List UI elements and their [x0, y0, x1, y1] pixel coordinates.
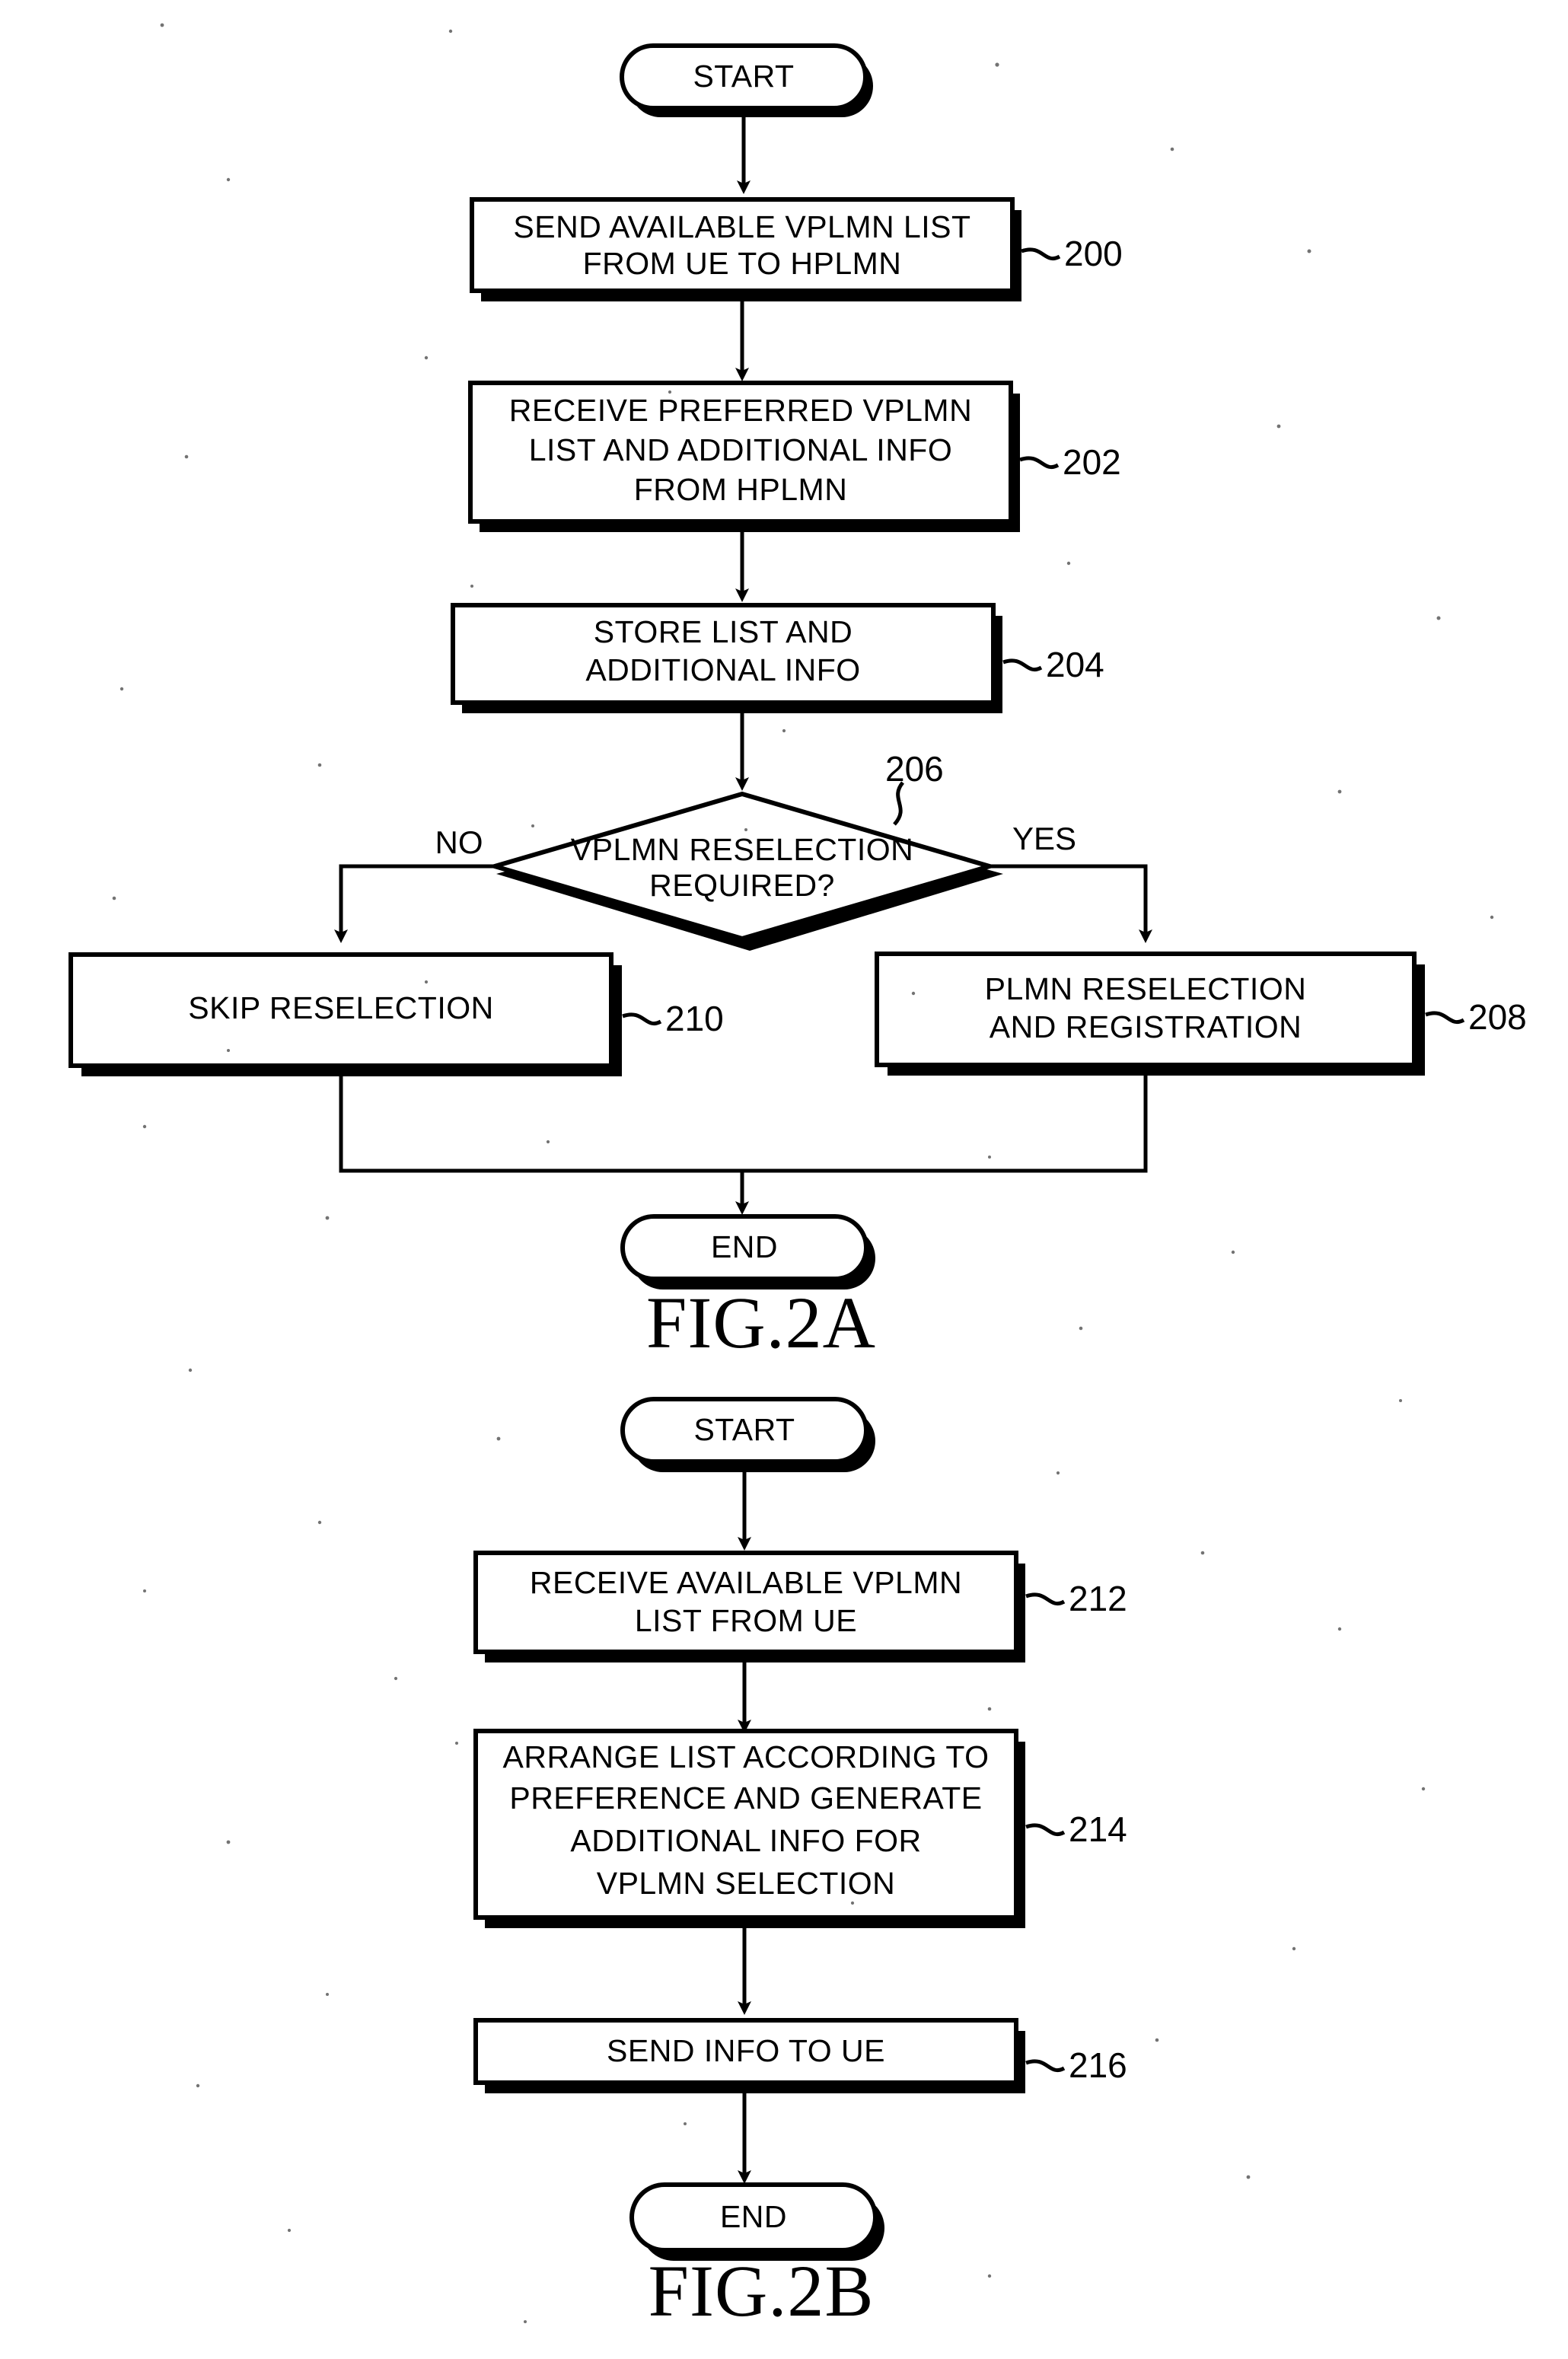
- node-step-204: STORE LIST AND ADDITIONAL INFO 204: [451, 603, 1104, 713]
- node-step-212: RECEIVE AVAILABLE VPLMN LIST FROM UE 212: [473, 1551, 1127, 1662]
- node-step-214-line-3: ADDITIONAL INFO FOR: [570, 1823, 921, 1858]
- node-step-202-line-1: RECEIVE PREFERRED VPLMN: [509, 393, 972, 428]
- ref-number-206: 206: [885, 749, 944, 789]
- node-step-204-line-2: ADDITIONAL INFO: [585, 652, 860, 687]
- node-step-208-line-2: AND REGISTRATION: [990, 1009, 1302, 1044]
- leader-210: [622, 1012, 662, 1025]
- figure-2a: START SEND AVAILABLE VPLMN LIST FROM UE …: [69, 43, 1527, 1363]
- ref-number-216: 216: [1069, 2045, 1127, 2085]
- leader-208: [1425, 1011, 1465, 1024]
- leader-200: [1021, 247, 1061, 260]
- connector-206-yes-to-208: [990, 864, 1152, 943]
- node-step-200-line-1: SEND AVAILABLE VPLMN LIST: [513, 209, 970, 244]
- connector-merge-bus-2a: [339, 1076, 1148, 1173]
- leader-204: [1002, 658, 1043, 671]
- figure-2b: START RECEIVE AVAILABLE VPLMN LIST FROM …: [473, 1397, 1127, 2332]
- node-step-214-line-2: PREFERENCE AND GENERATE: [509, 1780, 982, 1815]
- node-step-216-line-1: SEND INFO TO UE: [607, 2033, 885, 2068]
- ref-number-212: 212: [1069, 1579, 1127, 1618]
- node-start-2b-label: START: [693, 1412, 795, 1447]
- node-step-216: SEND INFO TO UE 216: [473, 2018, 1127, 2093]
- branch-label-yes: YES: [1012, 821, 1076, 856]
- node-step-200-line-2: FROM UE TO HPLMN: [583, 246, 902, 281]
- ref-number-214: 214: [1069, 1809, 1127, 1849]
- node-step-200: SEND AVAILABLE VPLMN LIST FROM UE TO HPL…: [470, 197, 1123, 301]
- node-start-2a: START: [620, 43, 873, 117]
- node-end-2b-label: END: [720, 2199, 787, 2234]
- node-end-2a: END: [620, 1214, 875, 1289]
- figure-caption-2b: FIG.2B: [649, 2250, 875, 2332]
- node-step-212-line-1: RECEIVE AVAILABLE VPLMN: [530, 1565, 962, 1600]
- ref-number-200: 200: [1064, 234, 1123, 273]
- ref-number-208: 208: [1468, 997, 1527, 1037]
- scan-artifacts: [112, 23, 1494, 2323]
- figure-caption-2a: FIG.2A: [646, 1282, 876, 1363]
- ref-number-210: 210: [665, 999, 724, 1038]
- node-step-212-line-2: LIST FROM UE: [635, 1603, 857, 1638]
- node-decision-206-line-1: VPLMN RESELECTION: [571, 832, 914, 867]
- node-decision-206-line-2: REQUIRED?: [649, 868, 835, 903]
- node-step-214: ARRANGE LIST ACCORDING TO PREFERENCE AND…: [473, 1729, 1127, 1928]
- node-step-208: PLMN RESELECTION AND REGISTRATION 208: [875, 952, 1527, 1076]
- node-step-210-line-1: SKIP RESELECTION: [188, 990, 493, 1025]
- leader-214: [1025, 1823, 1066, 1836]
- leader-212: [1025, 1592, 1066, 1605]
- node-step-202: RECEIVE PREFERRED VPLMN LIST AND ADDITIO…: [468, 381, 1121, 532]
- ref-number-202: 202: [1063, 442, 1121, 482]
- node-start-2b: START: [620, 1397, 875, 1472]
- node-step-210: SKIP RESELECTION 210: [69, 952, 724, 1076]
- node-step-202-line-2: LIST AND ADDITIONAL INFO: [529, 432, 953, 467]
- leader-206: [893, 781, 905, 826]
- ref-number-204: 204: [1046, 645, 1104, 684]
- leader-202: [1019, 456, 1060, 469]
- node-decision-206: VPLMN RESELECTION REQUIRED? 206: [486, 749, 1003, 951]
- node-step-214-line-4: VPLMN SELECTION: [597, 1866, 896, 1901]
- branch-label-no: NO: [435, 824, 483, 860]
- flowchart-canvas: START SEND AVAILABLE VPLMN LIST FROM UE …: [69, 23, 1527, 2332]
- node-step-214-line-1: ARRANGE LIST ACCORDING TO: [502, 1739, 989, 1774]
- node-end-2b: END: [629, 2182, 884, 2261]
- node-step-202-line-3: FROM HPLMN: [634, 472, 848, 507]
- leader-216: [1025, 2059, 1066, 2072]
- patent-drawing-sheet: START SEND AVAILABLE VPLMN LIST FROM UE …: [0, 0, 1568, 2359]
- node-step-204-line-1: STORE LIST AND: [594, 614, 853, 649]
- connector-206-no-to-210: [334, 864, 495, 943]
- node-end-2a-label: END: [711, 1229, 778, 1264]
- node-step-208-line-1: PLMN RESELECTION: [985, 971, 1307, 1006]
- node-start-2a-label: START: [693, 59, 794, 94]
